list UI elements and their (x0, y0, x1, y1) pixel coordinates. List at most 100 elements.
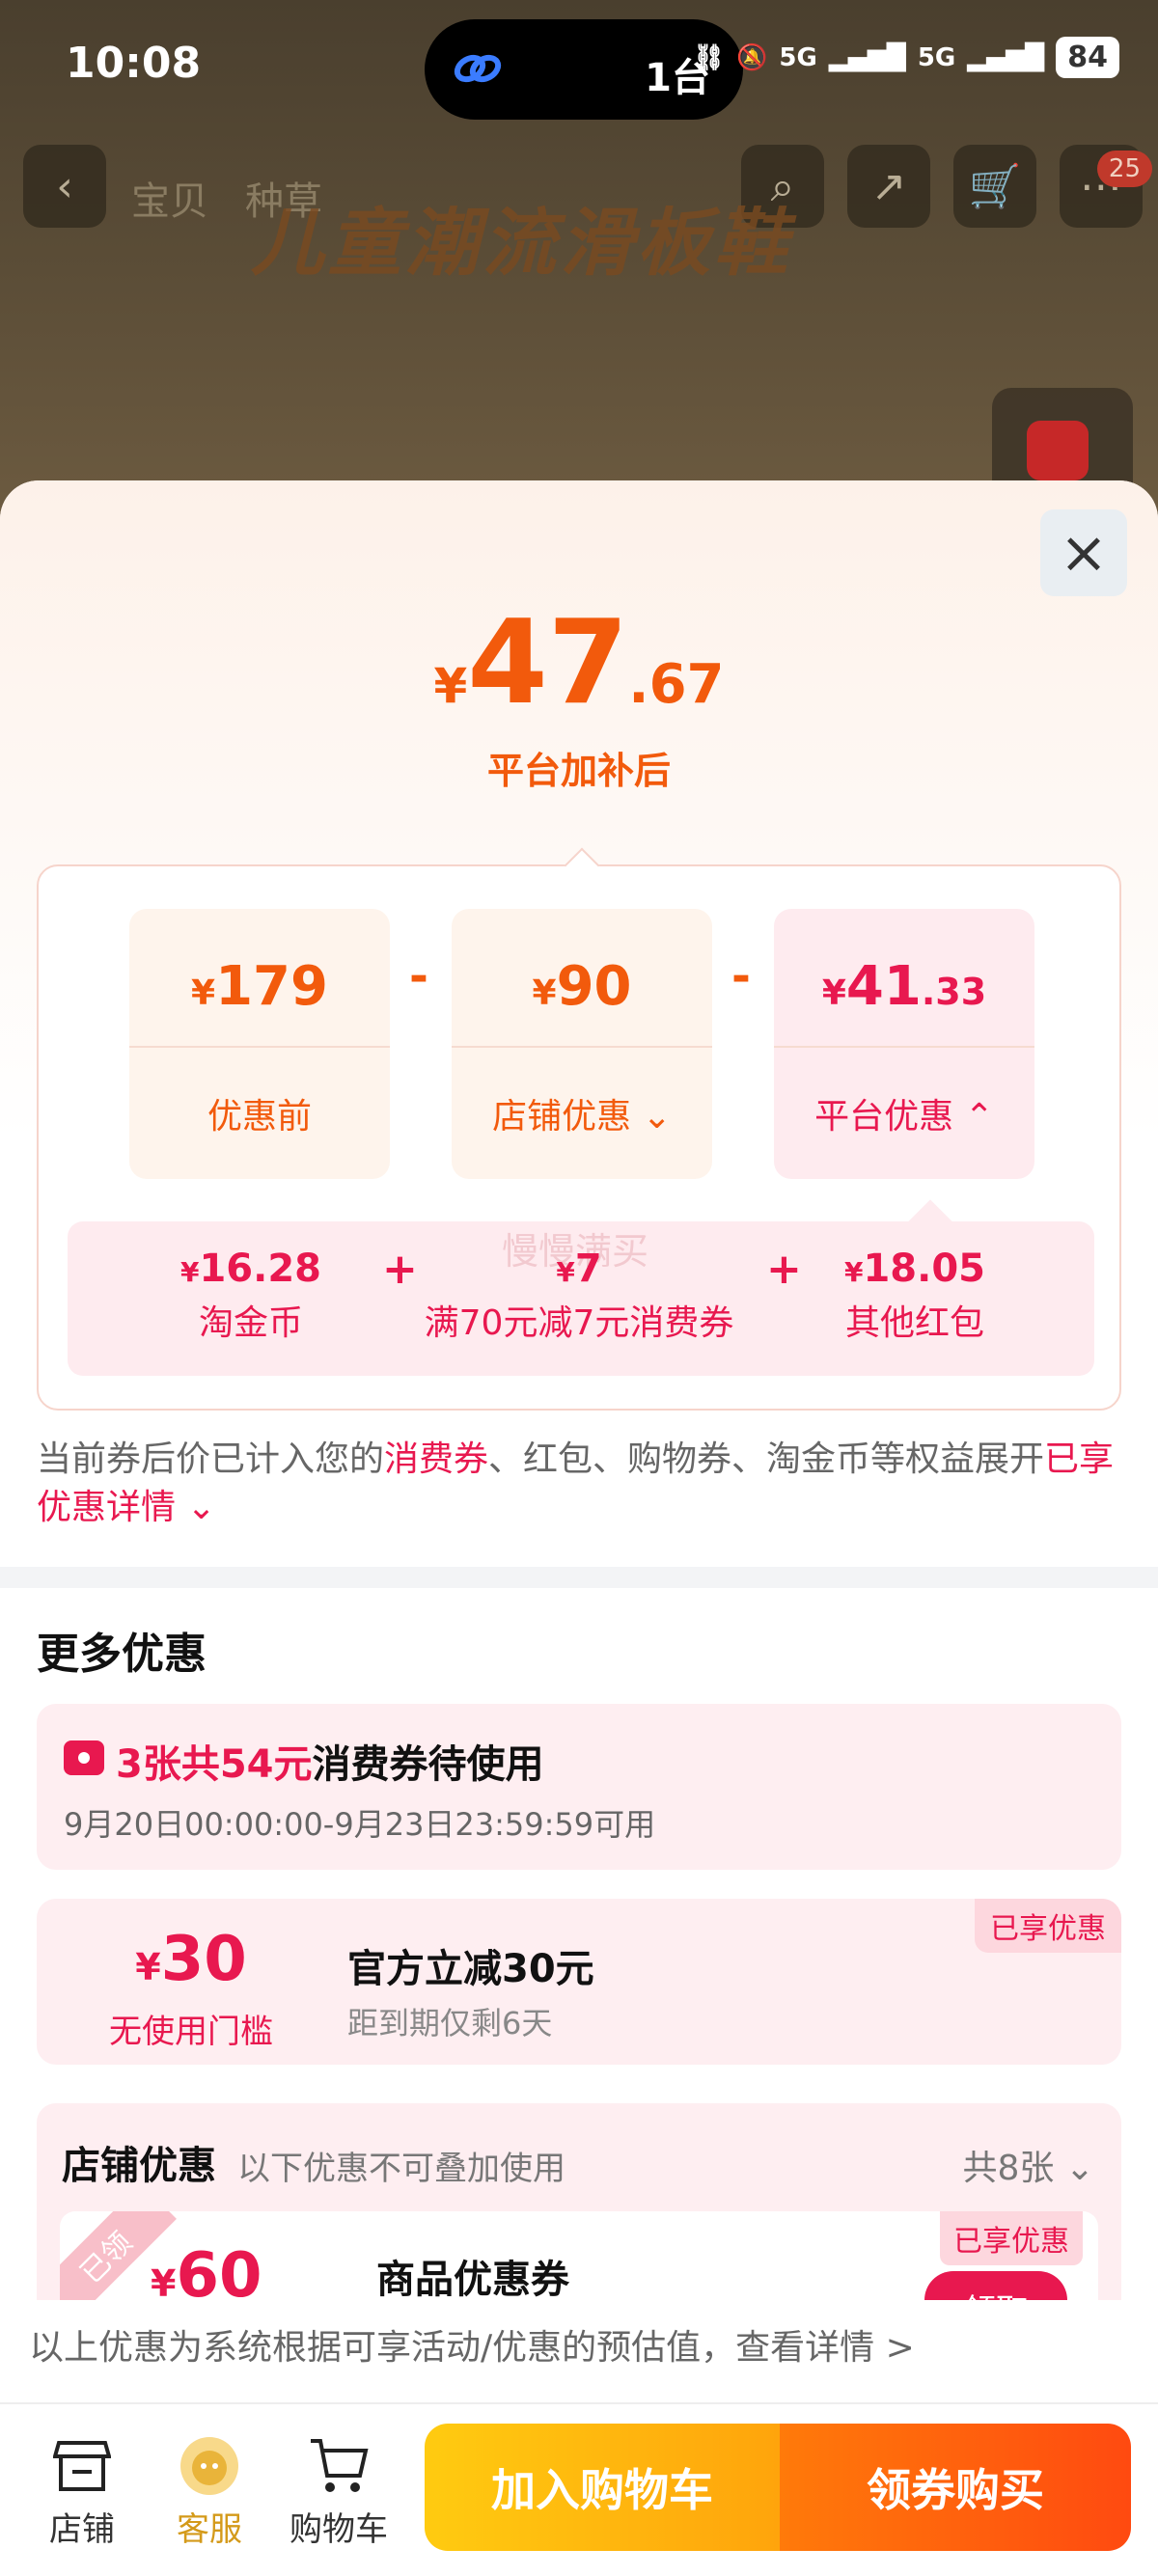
bottom-action-bar: 店铺 客服 购物车 加入购物车 领券购买 (0, 2402, 1158, 2576)
cart-icon[interactable]: 🛒 (953, 145, 1036, 228)
discount-detail-sheet: × ¥47.67 平台加补后 ¥179 优惠前 - ¥90 店铺优惠 ⌄ - ¥… (0, 480, 1158, 2576)
network-2: 5G (917, 42, 956, 72)
coin-discount: ¥16.28 淘金币 (145, 1247, 357, 1345)
official-discount-amount: ¥30 (37, 1924, 345, 1995)
status-bar: 10:08 1台 ⛓ 🔕 5G ▂▄▆█ 5G ▂▄▆█ 84 (0, 0, 1158, 135)
platform-discount-value: 41 (845, 955, 922, 1018)
link-icon (454, 54, 502, 83)
voucher-discount-value: 7 (574, 1247, 602, 1291)
original-price-box: ¥179 优惠前 (129, 909, 390, 1179)
cart-label: 购物车 (290, 2510, 388, 2549)
customer-service-label: 客服 (177, 2510, 242, 2549)
link-status-icon: ⛓ (693, 42, 726, 72)
buy-with-coupon-button[interactable]: 领券购买 (780, 2424, 1131, 2551)
customer-service-icon (156, 2429, 262, 2503)
voucher-discount-label: 满70元减7元消费券 (424, 1303, 734, 1343)
plus-sign: + (382, 1245, 418, 1294)
ticket-icon (64, 1740, 104, 1775)
chevron-down-icon: ⌄ (186, 1488, 216, 1527)
currency-symbol: ¥ (843, 1256, 864, 1288)
store-label: 店铺 (49, 2510, 115, 2549)
voucher-status: 消费券待使用 (312, 1742, 544, 1787)
currency-symbol: ¥ (191, 973, 216, 1013)
chart-icon (1027, 421, 1089, 480)
chevron-up-icon: ⌃ (964, 1097, 994, 1137)
mute-icon: 🔕 (736, 42, 768, 72)
network-1: 5G (779, 42, 817, 72)
plus-sign: + (766, 1245, 802, 1294)
voucher-summary-text: 3张共54元消费券待使用 (116, 1733, 544, 1789)
enjoyed-tag: 已享优惠 (975, 1899, 1121, 1953)
price-integer: 47 (467, 596, 629, 730)
price-breakdown: ¥179 优惠前 - ¥90 店铺优惠 ⌄ - ¥41.33 平台优惠 ⌃ 慢慢… (37, 847, 1121, 1411)
voucher-validity: 9月20日00:00:00-9月23日23:59:59可用 (64, 1806, 656, 1843)
coupon-name: 商品优惠券 (376, 2258, 569, 2302)
platform-discount-box[interactable]: ¥41.33 平台优惠 ⌃ (774, 909, 1034, 1179)
platform-discount-decimal: .33 (921, 971, 987, 1013)
status-icons: ⛓ 🔕 5G ▂▄▆█ 5G ▂▄▆█ 84 (693, 37, 1119, 78)
red-packet-label: 其他红包 (844, 1303, 984, 1343)
official-amount-value: 30 (160, 1924, 247, 1995)
back-icon[interactable]: ‹ (23, 145, 106, 228)
store-coupons-title: 店铺优惠 (62, 2144, 216, 2188)
estimate-note[interactable]: 以上优惠为系统根据可享活动/优惠的预估值，查看详情 > (0, 2300, 1158, 2406)
cart-button[interactable]: 购物车 (286, 2429, 392, 2550)
chevron-down-icon: ⌄ (1064, 2149, 1094, 2188)
discount-note: 当前券后价已计入您的消费券、红包、购物券、淘金币等权益展开已享优惠详情 ⌄ (37, 1436, 1121, 1532)
more-discounts-title: 更多优惠 (37, 1630, 207, 1679)
store-button[interactable]: 店铺 (29, 2429, 135, 2550)
platform-discount-details: 慢慢满买 ¥16.28 淘金币 + ¥7 满70元减7元消费券 + ¥18.05… (68, 1199, 1094, 1376)
store-coupons-subtitle: 以下优惠不可叠加使用 (237, 2150, 565, 2188)
cart-icon (286, 2429, 392, 2503)
currency-symbol: ¥ (135, 1946, 161, 1988)
official-discount-title: 官方立减30元 (347, 1947, 594, 1991)
note-highlight: 消费券 (384, 1439, 489, 1479)
share-icon[interactable]: ↗ (847, 145, 930, 228)
note-prefix: 当前券后价已计入您的 (37, 1439, 385, 1479)
platform-discount-text: 平台优惠 (814, 1097, 954, 1137)
chevron-down-icon: ⌄ (642, 1097, 672, 1137)
note-suffix: 、红包、购物券、淘金币等权益展开 (488, 1439, 1045, 1479)
official-discount-card[interactable]: 已享优惠 ¥30 无使用门槛 官方立减30元 距到期仅剩6天 (37, 1899, 1121, 2065)
voucher-discount: ¥7 满70元减7元消费券 (415, 1247, 743, 1345)
price-decimal: .67 (628, 653, 725, 716)
coupon-count-text: 共8张 (962, 2149, 1055, 2188)
platform-discount-label: 平台优惠 ⌃ (774, 1088, 1034, 1138)
currency-symbol: ¥ (151, 2262, 177, 2305)
store-discount-box[interactable]: ¥90 店铺优惠 ⌄ (452, 909, 712, 1179)
product-banner-text: 儿童潮流滑板鞋 (251, 200, 791, 286)
voucher-summary-card[interactable]: 3张共54元消费券待使用 9月20日00:00:00-9月23日23:59:59… (37, 1704, 1121, 1870)
original-price-label: 优惠前 (207, 1097, 312, 1137)
store-discount-value: 90 (556, 955, 632, 1018)
store-coupons-count[interactable]: 共8张 ⌄ (962, 2140, 1094, 2190)
coin-discount-label: 淘金币 (198, 1303, 303, 1343)
voucher-count: 3张共54元 (116, 1742, 313, 1787)
currency-symbol: ¥ (556, 1256, 575, 1288)
currency-symbol: ¥ (433, 658, 468, 714)
status-time: 10:08 (66, 39, 202, 88)
final-price-label: 平台加补后 (486, 750, 671, 792)
currency-symbol: ¥ (179, 1256, 200, 1288)
currency-symbol: ¥ (532, 973, 557, 1013)
minus-sign: - (731, 949, 751, 1003)
original-price-value: 179 (215, 955, 328, 1018)
final-price: ¥47.67 (0, 596, 1158, 730)
details-caret (908, 1199, 952, 1244)
official-threshold: 无使用门槛 (109, 2013, 273, 2051)
enjoyed-tag: 已享优惠 (940, 2211, 1083, 2265)
official-discount-expiry: 距到期仅剩6天 (347, 2005, 553, 2042)
store-discount-label: 店铺优惠 ⌄ (452, 1088, 712, 1138)
battery-indicator: 84 (1056, 37, 1119, 78)
signal-icon: ▂▄▆█ (828, 42, 906, 72)
store-icon (29, 2429, 135, 2503)
red-packet-value: 18.05 (863, 1247, 985, 1291)
close-icon[interactable]: × (1040, 509, 1127, 596)
add-to-cart-button[interactable]: 加入购物车 (425, 2424, 780, 2551)
tab-item[interactable]: 宝贝 (131, 170, 208, 226)
cart-badge: 25 (1096, 151, 1152, 187)
red-packet-discount: ¥18.05 其他红包 (809, 1247, 1021, 1345)
store-discount-text: 店铺优惠 (492, 1097, 632, 1137)
section-divider (0, 1567, 1158, 1588)
minus-sign: - (409, 949, 428, 1003)
customer-service-button[interactable]: 客服 (156, 2429, 262, 2550)
